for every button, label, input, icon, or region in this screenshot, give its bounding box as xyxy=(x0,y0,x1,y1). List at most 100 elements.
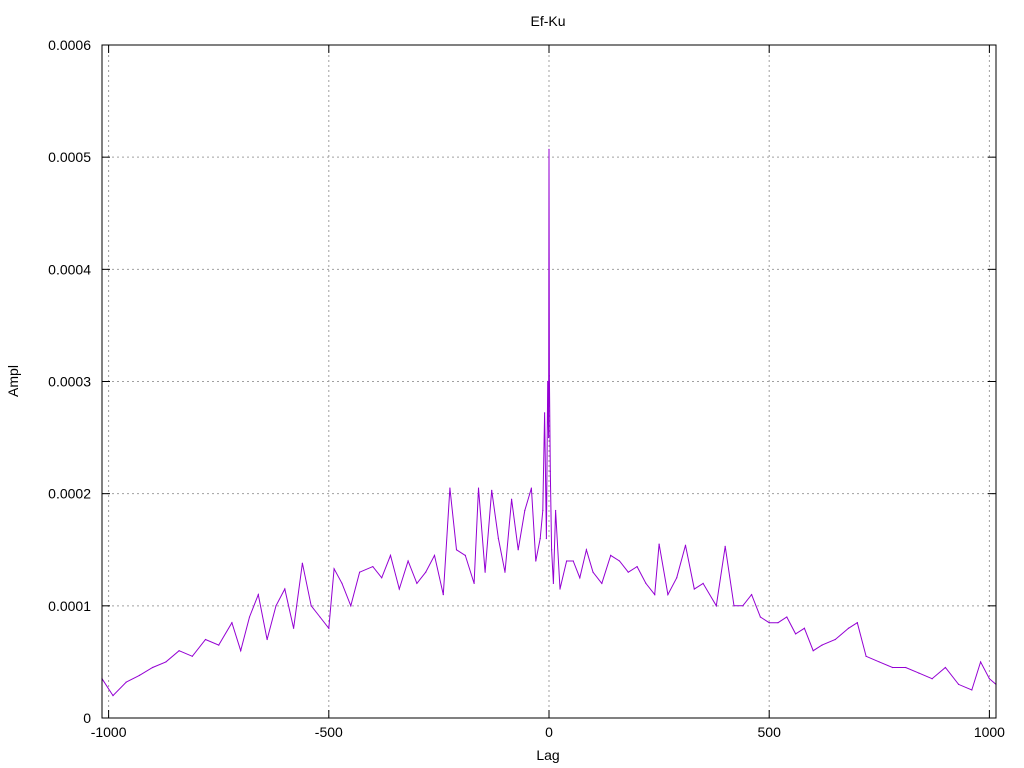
data-point xyxy=(548,375,551,377)
data-point xyxy=(592,571,594,573)
data-point xyxy=(504,571,506,573)
data-point xyxy=(547,436,550,439)
y-tick-label: 0.0005 xyxy=(48,149,91,165)
data-point xyxy=(724,545,726,547)
data-point xyxy=(484,571,486,573)
x-tick-label: -500 xyxy=(315,724,343,740)
data-point xyxy=(455,549,458,551)
data-point xyxy=(654,594,656,596)
data-point xyxy=(425,571,427,573)
data-point xyxy=(545,537,547,540)
data-point xyxy=(257,594,259,596)
data-point xyxy=(275,605,277,607)
data-point xyxy=(539,537,541,540)
data-point xyxy=(667,594,669,596)
data-point xyxy=(834,638,836,641)
data-point xyxy=(559,588,561,590)
data-point xyxy=(821,644,823,646)
data-point xyxy=(891,666,894,669)
data-point xyxy=(585,549,588,551)
y-tick-label: 0.0006 xyxy=(48,37,91,53)
data-point xyxy=(905,666,907,669)
data-point xyxy=(310,605,312,607)
data-point xyxy=(218,644,220,646)
x-tick-label: -1000 xyxy=(91,724,127,740)
data-point xyxy=(676,577,678,579)
data-point xyxy=(491,489,493,491)
data-point xyxy=(542,509,544,512)
data-point xyxy=(178,650,180,652)
data-point xyxy=(328,627,330,629)
data-point xyxy=(240,650,242,652)
y-tick-label: 0.0003 xyxy=(48,374,91,390)
data-point xyxy=(442,594,444,596)
data-point xyxy=(165,661,167,663)
x-tick-label: 0 xyxy=(545,724,553,740)
data-point xyxy=(524,509,526,512)
data-point xyxy=(449,487,451,489)
data-point xyxy=(865,655,867,657)
data-point xyxy=(138,674,141,676)
data-point xyxy=(204,638,207,641)
data-point xyxy=(549,470,551,472)
data-point xyxy=(231,622,233,624)
data-point xyxy=(433,554,436,556)
data-point xyxy=(566,560,568,562)
data-point xyxy=(636,565,638,568)
data-point xyxy=(702,582,704,585)
data-point xyxy=(248,616,251,618)
data-point xyxy=(768,622,770,624)
data-point xyxy=(979,661,982,663)
x-axis-label: Lag xyxy=(536,747,559,763)
data-point xyxy=(548,148,550,150)
data-point xyxy=(733,605,735,607)
data-point xyxy=(152,666,154,669)
data-point xyxy=(742,605,744,607)
y-tick-label: 0 xyxy=(83,710,91,726)
data-point xyxy=(786,616,788,618)
data-point xyxy=(931,678,933,680)
data-point xyxy=(856,622,858,624)
data-point xyxy=(918,672,920,674)
data-point xyxy=(878,661,880,663)
data-point xyxy=(610,554,612,556)
data-point xyxy=(551,549,553,551)
data-point xyxy=(191,655,193,657)
data-point xyxy=(971,689,973,691)
data-point xyxy=(284,588,286,590)
data-point xyxy=(759,616,761,618)
y-tick-label: 0.0002 xyxy=(48,486,91,502)
data-point xyxy=(601,582,603,585)
data-point xyxy=(407,560,409,562)
data-point xyxy=(473,582,475,585)
data-point xyxy=(547,380,549,383)
data-point xyxy=(497,537,499,540)
y-tick-label: 0.0004 xyxy=(48,261,91,277)
data-point xyxy=(477,487,480,489)
data-point xyxy=(618,560,621,562)
data-point xyxy=(777,622,779,624)
data-point xyxy=(398,588,400,590)
data-point xyxy=(572,560,574,562)
data-point xyxy=(684,544,687,546)
data-point xyxy=(333,568,335,570)
data-point xyxy=(389,554,392,556)
data-point xyxy=(535,560,537,562)
data-point xyxy=(658,543,660,545)
data-point xyxy=(847,627,850,629)
data-point xyxy=(803,627,806,629)
data-point xyxy=(812,650,814,652)
chart: -1000 -500 0 500 1000 0 0.0001 0.0002 0.0003 0.00… xyxy=(0,0,1024,768)
data-point xyxy=(416,582,418,585)
data-point xyxy=(944,666,946,669)
data-point xyxy=(555,509,557,512)
data-point xyxy=(645,582,647,585)
chart-title: Ef-Ku xyxy=(530,13,565,29)
data-point xyxy=(266,638,268,641)
y-axis-label: Ampl xyxy=(5,365,21,397)
data-point xyxy=(530,487,532,489)
data-point xyxy=(112,694,114,697)
data-point xyxy=(341,582,343,585)
data-point xyxy=(517,549,519,551)
data-point xyxy=(579,577,581,579)
